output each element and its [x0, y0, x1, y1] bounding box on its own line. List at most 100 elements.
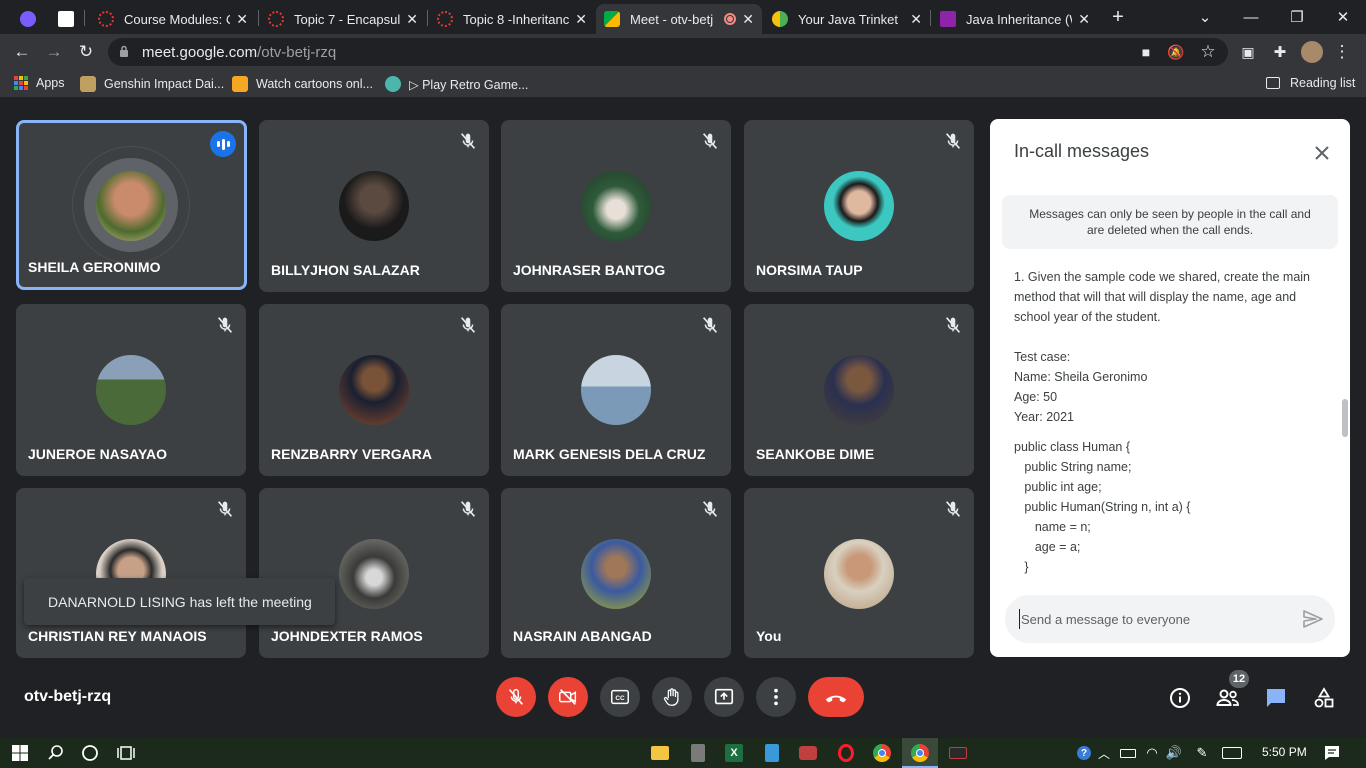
close-tab-icon[interactable]: ✕ — [742, 11, 754, 28]
tab-notes[interactable] — [50, 4, 84, 34]
keyboard-icon[interactable] — [1222, 743, 1242, 763]
url-text[interactable]: meet.google.com/otv-betj-rzq — [142, 44, 336, 61]
more-options-button[interactable] — [756, 677, 796, 717]
tab-topic-8[interactable]: Topic 8 -Inheritance ✕ — [429, 4, 595, 34]
loading-icon — [268, 11, 284, 27]
participant-tile[interactable]: NORSIMA TAUP — [744, 120, 974, 292]
raise-hand-button[interactable] — [652, 677, 692, 717]
notifications-blocked-icon[interactable]: 🔕 — [1164, 40, 1188, 64]
excel-icon[interactable]: X — [724, 743, 744, 763]
lock-icon[interactable] — [119, 45, 129, 58]
participant-tile[interactable]: JUNEROE NASAYAO — [16, 304, 246, 476]
avatar — [824, 355, 894, 425]
panel-title: In-call messages — [1014, 141, 1150, 161]
chat-scrollbar[interactable] — [1342, 399, 1348, 437]
reload-icon[interactable]: ↻ — [74, 40, 98, 64]
close-tab-icon[interactable]: ✕ — [575, 11, 587, 28]
tab-topic-7[interactable]: Topic 7 - Encapsulat ✕ — [260, 4, 426, 34]
tab-messenger[interactable] — [12, 4, 46, 34]
media-control-icon[interactable]: ▣ — [1236, 40, 1260, 64]
participant-tile[interactable]: CHRISTIAN REY MANAOIS — [16, 488, 246, 658]
leave-call-button[interactable] — [808, 677, 864, 717]
activities-icon[interactable] — [1311, 685, 1337, 711]
mic-toggle-button[interactable] — [496, 677, 536, 717]
bookmark-apps[interactable]: Apps — [14, 76, 65, 90]
close-tab-icon[interactable]: ✕ — [236, 11, 248, 28]
back-icon[interactable]: ← — [10, 40, 34, 64]
participant-tile[interactable]: JOHNRASER BANTOG — [501, 120, 731, 292]
bookmark-retro-games[interactable]: ▷ Play Retro Game... — [385, 76, 528, 92]
help-icon[interactable]: ? — [1074, 743, 1094, 763]
meeting-details-icon[interactable] — [1167, 685, 1193, 711]
camera-toggle-button[interactable] — [548, 677, 588, 717]
participant-tile-sheila-geronimo[interactable]: SHEILA GERONIMO — [16, 120, 247, 290]
message-input[interactable] — [1019, 609, 1289, 629]
participant-tile[interactable]: RENZBARRY VERGARA — [259, 304, 489, 476]
close-tab-icon[interactable]: ✕ — [1078, 11, 1090, 28]
more-vert-icon — [774, 688, 778, 706]
close-panel-button[interactable] — [1308, 139, 1336, 167]
camera-in-use-icon[interactable]: ■ — [1134, 40, 1158, 64]
cortana-icon[interactable] — [80, 743, 100, 763]
battery-icon[interactable] — [1118, 743, 1138, 763]
reading-list-label: Reading list — [1290, 76, 1356, 90]
profile-avatar[interactable] — [1301, 41, 1323, 63]
windows-start-icon[interactable] — [10, 743, 30, 763]
task-view-icon[interactable] — [116, 743, 136, 763]
show-hidden-icons-icon[interactable]: ︿ — [1094, 743, 1114, 763]
participant-tile[interactable]: BILLYJHON SALAZAR — [259, 120, 489, 292]
restore-button[interactable]: ❐ — [1274, 0, 1320, 34]
participant-name: SEANKOBE DIME — [756, 446, 875, 462]
tab-java-inheritance[interactable]: Java Inheritance (W ✕ — [932, 4, 1098, 34]
calculator-icon[interactable] — [688, 743, 708, 763]
present-screen-button[interactable] — [704, 677, 744, 717]
in-call-messages-panel: In-call messages Messages can only be se… — [990, 119, 1350, 657]
participant-name: JUNEROE NASAYAO — [28, 446, 168, 462]
tab-java-trinket[interactable]: Your Java Trinket ✕ — [764, 4, 930, 34]
menu-icon[interactable]: ⋮ — [1330, 40, 1354, 64]
opera-icon[interactable] — [836, 743, 856, 763]
close-tab-icon[interactable]: ✕ — [910, 11, 922, 28]
avatar — [581, 171, 651, 241]
media-app-icon[interactable] — [948, 743, 968, 763]
participant-tile-self[interactable]: You — [744, 488, 974, 658]
tab-separator — [84, 10, 85, 26]
loading-icon — [437, 11, 453, 27]
participant-tile[interactable]: NASRAIN ABANGAD — [501, 488, 731, 658]
people-icon[interactable] — [1215, 685, 1241, 711]
file-explorer-icon[interactable] — [650, 743, 670, 763]
taskbar-clock[interactable]: 5:50 PM — [1262, 745, 1307, 759]
bookmark-star-icon[interactable]: ☆ — [1196, 40, 1220, 64]
reading-list-button[interactable]: Reading list — [1266, 76, 1355, 90]
bookmark-genshin[interactable]: Genshin Impact Dai... — [80, 76, 224, 92]
wifi-icon[interactable]: ◠ — [1142, 743, 1162, 763]
url-path: /otv-betj-rzq — [257, 44, 337, 61]
new-tab-button[interactable]: + — [1096, 0, 1140, 34]
close-window-button[interactable]: ✕ — [1320, 0, 1366, 34]
tab-search-icon[interactable]: ⌄ — [1182, 0, 1228, 34]
volume-icon[interactable]: 🔊 — [1164, 743, 1184, 763]
tab-separator — [258, 10, 259, 26]
forward-icon[interactable]: → — [42, 40, 66, 64]
chrome-icon[interactable] — [872, 743, 892, 763]
notepad-icon[interactable] — [762, 743, 782, 763]
pen-icon[interactable]: ✎ — [1192, 743, 1212, 763]
url-host: meet.google.com — [142, 44, 258, 61]
chat-icon[interactable] — [1263, 685, 1289, 711]
search-icon[interactable] — [46, 743, 66, 763]
close-tab-icon[interactable]: ✕ — [406, 11, 418, 28]
captions-button[interactable]: CC — [600, 677, 640, 717]
send-icon[interactable] — [1301, 607, 1325, 631]
bookmark-cartoons[interactable]: Watch cartoons onl... — [232, 76, 373, 92]
participant-tile[interactable]: SEANKOBE DIME — [744, 304, 974, 476]
minimize-button[interactable]: — — [1228, 0, 1274, 34]
game-app-icon[interactable] — [798, 743, 818, 763]
notification-center-icon[interactable] — [1322, 743, 1342, 763]
tab-course-modules[interactable]: Course Modules: CI ✕ — [90, 4, 256, 34]
chrome-icon[interactable] — [910, 743, 930, 763]
participant-tile[interactable]: MARK GENESIS DELA CRUZ — [501, 304, 731, 476]
participant-tile[interactable]: JOHNDEXTER RAMOS — [259, 488, 489, 658]
extensions-icon[interactable]: ✚ — [1268, 40, 1292, 64]
mic-off-icon — [702, 133, 718, 149]
tab-meet[interactable]: Meet - otv-betj ✕ — [596, 4, 762, 34]
